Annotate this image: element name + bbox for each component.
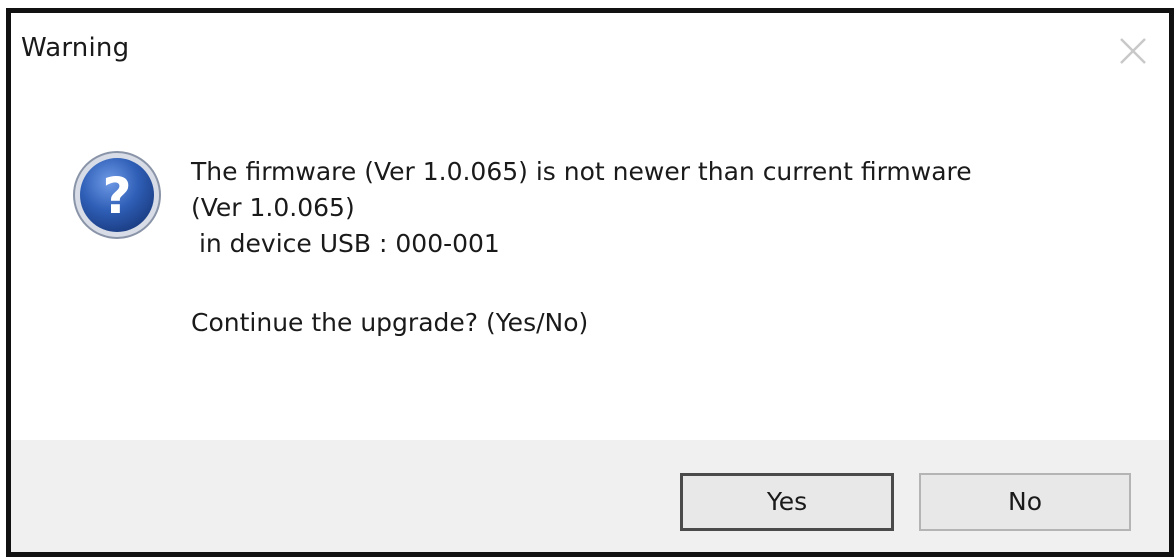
button-bar: Yes No	[11, 440, 1169, 552]
close-button[interactable]	[1113, 31, 1153, 71]
close-icon	[1120, 38, 1146, 64]
warning-dialog: Warning ? The firmware (Ver 1.0.065) is …	[6, 8, 1174, 557]
message-line-3: in device USB : 000-001	[191, 229, 500, 258]
message-line-1: The firmware (Ver 1.0.065) is not newer …	[191, 157, 972, 186]
yes-button[interactable]: Yes	[680, 473, 894, 531]
question-icon: ?	[71, 149, 163, 241]
confirm-question: Continue the upgrade? (Yes/No)	[191, 308, 589, 337]
svg-text:?: ?	[102, 167, 131, 225]
title-bar[interactable]: Warning	[11, 13, 1169, 93]
message-line-2: (Ver 1.0.065)	[191, 193, 355, 222]
dialog-title: Warning	[21, 33, 130, 63]
no-button[interactable]: No	[919, 473, 1131, 531]
